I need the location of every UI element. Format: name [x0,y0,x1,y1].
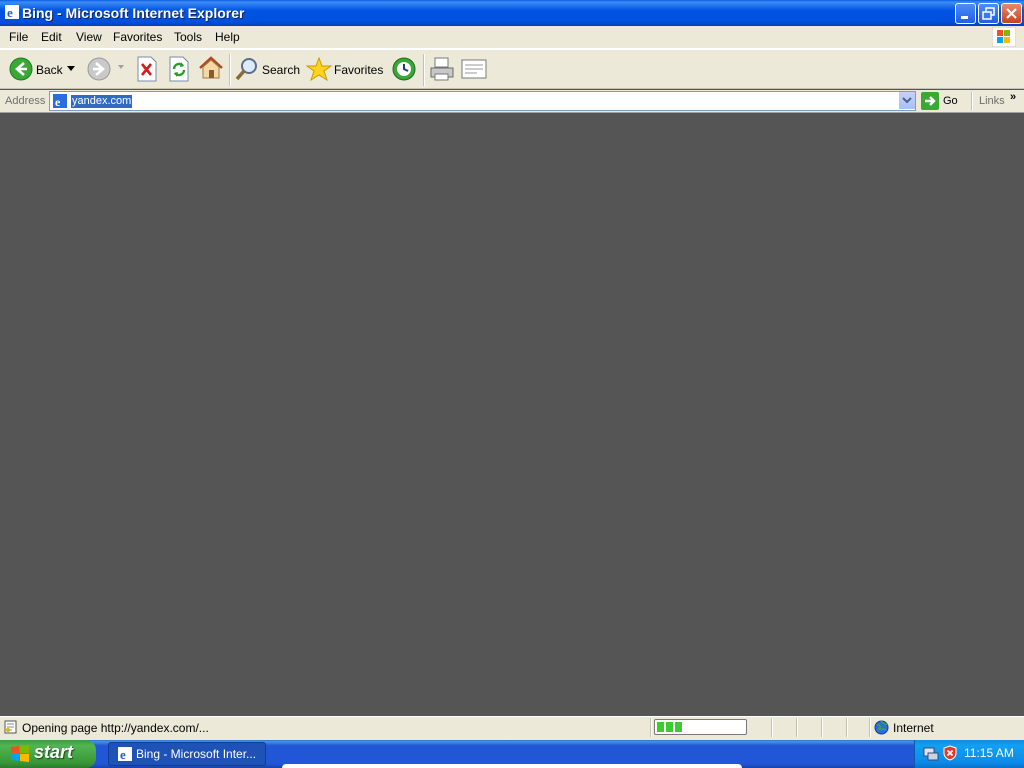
edit-icon[interactable] [460,56,488,82]
address-value[interactable]: yandex.com [71,95,133,108]
menu-tools[interactable]: Tools [174,30,202,44]
menu-help[interactable]: Help [215,30,240,44]
refresh-icon[interactable] [168,56,190,82]
address-input[interactable] [49,91,916,111]
close-button[interactable] [1001,3,1022,24]
restore-button[interactable] [978,3,999,24]
chevron-double-right-icon[interactable]: » [1010,91,1016,103]
ie-icon: e [118,747,132,762]
network-icon[interactable] [923,745,939,761]
windows-logo-icon [992,27,1016,47]
start-label: start [34,742,74,762]
toolbar-separator [229,54,231,86]
toolbar-separator [971,92,973,110]
favorites-button[interactable]: Favorites [306,54,384,84]
svg-text:e: e [7,5,13,20]
links-label[interactable]: Links [979,95,1005,107]
stop-icon[interactable] [136,56,158,82]
ie-icon: e [5,5,19,20]
page-content[interactable] [0,113,1024,715]
forward-arrow-icon[interactable] [87,57,111,81]
menu-favorites[interactable]: Favorites [113,30,162,44]
svg-text:e: e [120,747,126,762]
clock: 11:15 AM [964,746,1014,760]
go-label: Go [943,95,958,107]
go-arrow-icon [921,92,939,110]
forward-dropdown-icon[interactable] [118,65,124,69]
home-icon[interactable] [198,55,224,81]
progress-segment [675,722,682,732]
address-dropdown-button[interactable] [898,92,915,109]
search-button[interactable]: Search [234,54,301,84]
status-text: Opening page http://yandex.com/... [22,721,209,735]
svg-text:e: e [55,95,61,109]
progress-segment [666,722,673,732]
security-alert-icon[interactable] [942,745,958,761]
status-divider [821,718,823,737]
search-label: Search [262,63,301,77]
dropdown-arrow-icon[interactable] [67,66,75,72]
taskbar-button-label: Bing - Microsoft Inter... [136,747,257,761]
windows-flag-icon [11,745,29,762]
chevron-down-icon [902,97,912,104]
star-icon [306,56,332,82]
address-label: Address [5,95,46,107]
menu-edit[interactable]: Edit [41,30,62,44]
progress-fill [657,722,682,732]
page-icon: e [53,94,67,109]
menu-view[interactable]: View [76,30,102,44]
tooltip-edge [282,764,742,768]
menu-file[interactable]: File [9,30,28,44]
window-title: Bing - Microsoft Internet Explorer [22,5,245,21]
loading-page-icon [4,720,17,734]
security-zone: Internet [893,721,934,735]
status-divider [650,718,652,737]
restore-icon [982,7,995,20]
back-label: Back [36,63,63,77]
history-icon[interactable] [391,56,417,82]
minimize-button[interactable] [955,3,976,24]
close-icon [1006,8,1017,19]
print-icon[interactable] [428,55,456,83]
toolbar-separator [423,54,425,86]
favorites-label: Favorites [334,63,384,77]
globe-icon [874,720,889,735]
progress-segment [657,722,664,732]
back-button[interactable]: Back [6,54,82,84]
status-divider [869,718,871,737]
minimize-icon [961,16,968,19]
status-divider [796,718,798,737]
go-button[interactable]: Go [920,91,960,111]
status-divider [771,718,773,737]
status-divider [846,718,848,737]
search-icon [235,58,257,81]
back-arrow-icon [9,57,33,81]
